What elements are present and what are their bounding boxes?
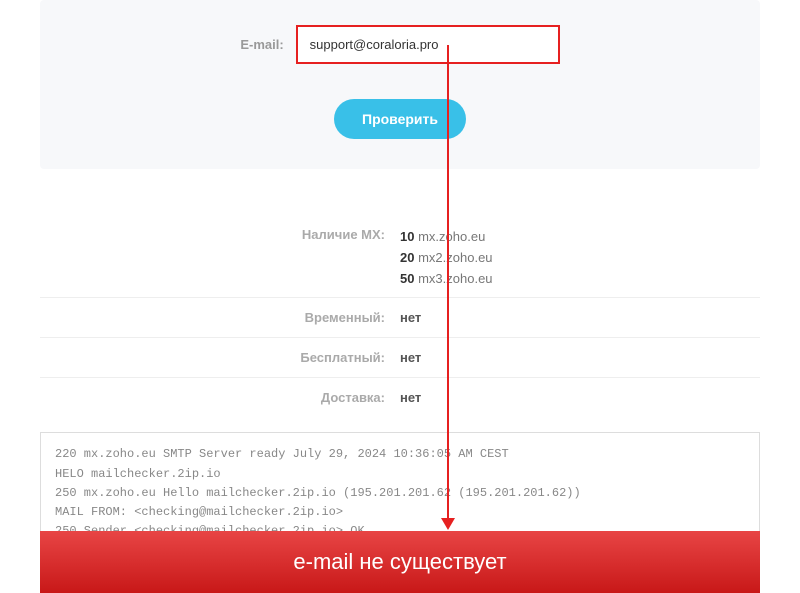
mx-host: mx.zoho.eu: [418, 229, 485, 244]
mx-record: 10 mx.zoho.eu: [400, 227, 760, 248]
email-input[interactable]: [298, 27, 558, 62]
mx-record: 50 mx3.zoho.eu: [400, 269, 760, 290]
mx-priority: 20: [400, 250, 414, 265]
mx-priority: 50: [400, 271, 414, 286]
free-label: Бесплатный:: [40, 350, 400, 365]
temporary-value: нет: [400, 310, 760, 325]
delivery-label: Доставка:: [40, 390, 400, 405]
form-panel: E-mail: Проверить: [40, 0, 760, 169]
check-button[interactable]: Проверить: [334, 99, 466, 139]
result-banner: e-mail не существует: [40, 531, 760, 593]
info-section: Наличие MX: 10 mx.zoho.eu 20 mx2.zoho.eu…: [0, 219, 800, 417]
temporary-label: Временный:: [40, 310, 400, 325]
mx-priority: 10: [400, 229, 414, 244]
email-input-highlight: [296, 25, 560, 64]
info-row-mx: Наличие MX: 10 mx.zoho.eu 20 mx2.zoho.eu…: [40, 219, 760, 297]
mx-host: mx3.zoho.eu: [418, 271, 492, 286]
mx-host: mx2.zoho.eu: [418, 250, 492, 265]
info-row-free: Бесплатный: нет: [40, 337, 760, 377]
free-value: нет: [400, 350, 760, 365]
info-row-temporary: Временный: нет: [40, 297, 760, 337]
button-row: Проверить: [80, 99, 720, 139]
mx-records: 10 mx.zoho.eu 20 mx2.zoho.eu 50 mx3.zoho…: [400, 227, 760, 289]
mx-label: Наличие MX:: [40, 227, 400, 242]
delivery-value: нет: [400, 390, 760, 405]
mx-record: 20 mx2.zoho.eu: [400, 248, 760, 269]
email-label: E-mail:: [240, 37, 283, 52]
info-row-delivery: Доставка: нет: [40, 377, 760, 417]
email-row: E-mail:: [80, 25, 720, 64]
